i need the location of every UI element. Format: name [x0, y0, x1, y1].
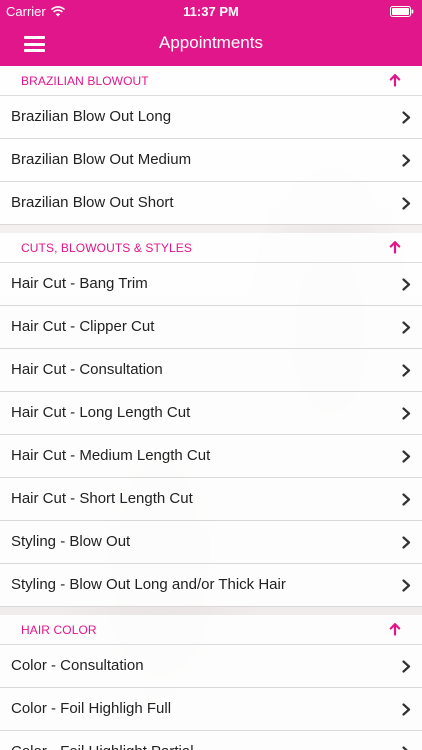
service-label: Color - Foil Highlight Partial: [11, 743, 194, 750]
chevron-right-icon: [402, 278, 411, 291]
nav-bar: Appointments: [0, 22, 422, 66]
app-screen: Carrier 11:37 PM Appointments BRAZILIAN …: [0, 0, 422, 750]
service-row[interactable]: Color - Foil Highlight Partial: [0, 731, 422, 750]
service-label: Brazilian Blow Out Medium: [11, 151, 192, 168]
section-header[interactable]: CUTS, BLOWOUTS & STYLES: [0, 233, 422, 263]
arrow-up-icon[interactable]: [388, 622, 402, 636]
service-label: Styling - Blow Out: [11, 533, 131, 550]
chevron-right-icon: [402, 703, 411, 716]
service-label: Hair Cut - Consultation: [11, 361, 163, 378]
service-row[interactable]: Brazilian Blow Out Long: [0, 96, 422, 139]
service-row[interactable]: Hair Cut - Short Length Cut: [0, 478, 422, 521]
service-label: Color - Foil Highligh Full: [11, 700, 172, 717]
header: Carrier 11:37 PM Appointments: [0, 0, 422, 66]
battery-icon: [390, 6, 414, 17]
service-label: Styling - Blow Out Long and/or Thick Hai…: [11, 576, 286, 593]
chevron-right-icon: [402, 197, 411, 210]
service-row[interactable]: Color - Consultation: [0, 645, 422, 688]
service-row[interactable]: Hair Cut - Clipper Cut: [0, 306, 422, 349]
chevron-right-icon: [402, 660, 411, 673]
chevron-right-icon: [402, 154, 411, 167]
chevron-right-icon: [402, 407, 411, 420]
service-row[interactable]: Color - Foil Highligh Full: [0, 688, 422, 731]
service-row[interactable]: Brazilian Blow Out Short: [0, 182, 422, 225]
service-label: Brazilian Blow Out Short: [11, 194, 174, 211]
service-label: Hair Cut - Medium Length Cut: [11, 447, 211, 464]
section-title: BRAZILIAN BLOWOUT: [21, 74, 149, 88]
service-row[interactable]: Styling - Blow Out Long and/or Thick Hai…: [0, 564, 422, 607]
service-label: Brazilian Blow Out Long: [11, 108, 172, 125]
service-row[interactable]: Hair Cut - Long Length Cut: [0, 392, 422, 435]
chevron-right-icon: [402, 364, 411, 377]
service-label: Hair Cut - Short Length Cut: [11, 490, 193, 507]
status-bar: Carrier 11:37 PM: [0, 0, 422, 22]
service-label: Hair Cut - Long Length Cut: [11, 404, 191, 421]
chevron-right-icon: [402, 536, 411, 549]
chevron-right-icon: [402, 450, 411, 463]
section-header[interactable]: HAIR COLOR: [0, 615, 422, 645]
service-label: Hair Cut - Bang Trim: [11, 275, 148, 292]
service-row[interactable]: Brazilian Blow Out Medium: [0, 139, 422, 182]
chevron-right-icon: [402, 579, 411, 592]
service-row[interactable]: Hair Cut - Bang Trim: [0, 263, 422, 306]
service-label: Color - Consultation: [11, 657, 144, 674]
chevron-right-icon: [402, 493, 411, 506]
appointments-list: BRAZILIAN BLOWOUT Brazilian Blow Out Long…: [0, 66, 422, 750]
chevron-right-icon: [402, 321, 411, 334]
status-time: 11:37 PM: [183, 4, 239, 19]
arrow-up-icon[interactable]: [388, 73, 402, 87]
service-row[interactable]: Hair Cut - Consultation: [0, 349, 422, 392]
service-row[interactable]: Hair Cut - Medium Length Cut: [0, 435, 422, 478]
arrow-up-icon[interactable]: [388, 240, 402, 254]
service-row[interactable]: Styling - Blow Out: [0, 521, 422, 564]
section-header[interactable]: BRAZILIAN BLOWOUT: [0, 66, 422, 96]
section-title: HAIR COLOR: [21, 623, 97, 637]
section-title: CUTS, BLOWOUTS & STYLES: [21, 241, 192, 255]
page-title: Appointments: [159, 33, 263, 52]
chevron-right-icon: [402, 111, 411, 124]
chevron-right-icon: [402, 746, 408, 750]
service-label: Hair Cut - Clipper Cut: [11, 318, 155, 335]
